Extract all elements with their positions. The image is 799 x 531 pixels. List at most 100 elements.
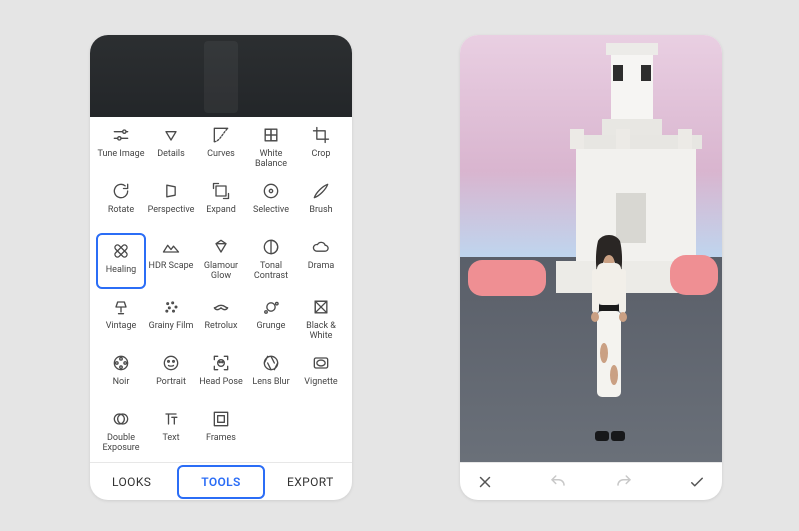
tool-label: Noir	[113, 378, 130, 388]
tool-label: Perspective	[148, 206, 195, 216]
bottom-tab-bar: LOOKS TOOLS EXPORT	[90, 462, 352, 500]
tool-grid: Tune Image Details Curves White Balance …	[90, 117, 352, 459]
tools-panel-phone: Tune Image Details Curves White Balance …	[90, 35, 352, 500]
tool-label: HDR Scape	[149, 262, 194, 272]
apply-button[interactable]	[688, 473, 706, 491]
tool-frames[interactable]: Frames	[196, 403, 246, 459]
brush-icon	[311, 181, 331, 201]
tool-text[interactable]: Text	[146, 403, 196, 459]
tool-label: Tune Image	[98, 150, 145, 160]
mustache-icon	[211, 297, 231, 317]
tool-crop[interactable]: Crop	[296, 119, 346, 175]
tool-label: Brush	[309, 206, 332, 216]
tool-vintage[interactable]: Vintage	[96, 291, 146, 347]
healing-editor-phone	[460, 35, 722, 500]
close-button[interactable]	[476, 473, 494, 491]
grain-icon	[161, 297, 181, 317]
expand-icon	[211, 181, 231, 201]
mountains-icon	[161, 237, 181, 257]
edit-canvas[interactable]	[460, 35, 722, 462]
crop-icon	[311, 125, 331, 145]
perspective-icon	[161, 181, 181, 201]
tool-label: Healing	[106, 266, 137, 276]
tool-label: Lens Blur	[252, 378, 289, 388]
tool-selective[interactable]: Selective	[246, 175, 296, 231]
square-split-icon	[311, 297, 331, 317]
tool-label: Black & White	[297, 322, 345, 342]
tool-noir[interactable]: Noir	[96, 347, 146, 403]
tool-curves[interactable]: Curves	[196, 119, 246, 175]
tab-tools[interactable]: TOOLS	[177, 465, 264, 499]
splat-icon	[261, 297, 281, 317]
diamond-icon	[211, 237, 231, 257]
vignette-icon	[311, 353, 331, 373]
tools-scroll-area[interactable]: Tune Image Details Curves White Balance …	[90, 117, 352, 462]
tool-label: Portrait	[156, 378, 186, 388]
lamp-icon	[111, 297, 131, 317]
tool-retrolux[interactable]: Retrolux	[196, 291, 246, 347]
tool-label: Drama	[308, 262, 334, 272]
tool-label: Vintage	[106, 322, 137, 332]
tool-double-exposure[interactable]: Double Exposure	[96, 403, 146, 459]
tool-label: Rotate	[108, 206, 134, 216]
tool-portrait[interactable]: Portrait	[146, 347, 196, 403]
redo-button[interactable]	[615, 473, 633, 491]
tool-label: Frames	[206, 434, 236, 444]
tool-label: Grainy Film	[149, 322, 194, 332]
tool-label: Retrolux	[205, 322, 238, 332]
tool-grainy-film[interactable]: Grainy Film	[146, 291, 196, 347]
tool-label: Grunge	[257, 322, 286, 332]
undo-button[interactable]	[549, 473, 567, 491]
tool-expand[interactable]: Expand	[196, 175, 246, 231]
photo-preview-strip	[90, 35, 352, 117]
tool-label: Details	[157, 150, 185, 160]
triangle-down-icon	[161, 125, 181, 145]
target-circle-icon	[261, 181, 281, 201]
curves-icon	[211, 125, 231, 145]
tab-export[interactable]: EXPORT	[269, 463, 352, 500]
tool-label: Expand	[206, 206, 236, 216]
person-graphic	[578, 235, 640, 445]
half-circle-icon	[261, 237, 281, 257]
tool-label: Curves	[207, 150, 235, 160]
tool-label: Text	[162, 434, 179, 444]
tool-label: Glamour Glow	[197, 262, 245, 282]
checker-icon	[261, 125, 281, 145]
tool-label: Crop	[311, 150, 330, 160]
tab-looks[interactable]: LOOKS	[90, 463, 173, 500]
tool-label: Vignette	[304, 378, 337, 388]
tool-healing[interactable]: Healing	[96, 233, 146, 289]
tool-glamour-glow[interactable]: Glamour Glow	[196, 231, 246, 287]
tool-vignette[interactable]: Vignette	[296, 347, 346, 403]
tool-grunge[interactable]: Grunge	[246, 291, 296, 347]
iris-icon	[261, 353, 281, 373]
heal-mask-left	[468, 260, 546, 296]
tool-tune-image[interactable]: Tune Image	[96, 119, 146, 175]
cloud-icon	[311, 237, 331, 257]
frame-icon	[211, 409, 231, 429]
tool-lens-blur[interactable]: Lens Blur	[246, 347, 296, 403]
tool-label: White Balance	[247, 150, 295, 170]
tool-drama[interactable]: Drama	[296, 231, 346, 287]
tool-details[interactable]: Details	[146, 119, 196, 175]
head-frame-icon	[211, 353, 231, 373]
tool-black-white[interactable]: Black & White	[296, 291, 346, 347]
tool-tonal-contrast[interactable]: Tonal Contrast	[246, 231, 296, 287]
tool-label: Selective	[253, 206, 289, 216]
tool-label: Head Pose	[199, 378, 243, 388]
tool-white-balance[interactable]: White Balance	[246, 119, 296, 175]
tool-label: Double Exposure	[97, 434, 145, 454]
tool-hdr-scape[interactable]: HDR Scape	[146, 231, 196, 287]
heal-mask-right	[670, 255, 718, 295]
tool-label: Tonal Contrast	[247, 262, 295, 282]
sliders-icon	[111, 125, 131, 145]
bandage-icon	[111, 241, 131, 261]
double-exposure-icon	[111, 409, 131, 429]
healing-action-bar	[460, 462, 722, 500]
rotate-icon	[111, 181, 131, 201]
text-icon	[161, 409, 181, 429]
tool-rotate[interactable]: Rotate	[96, 175, 146, 231]
tool-brush[interactable]: Brush	[296, 175, 346, 231]
tool-head-pose[interactable]: Head Pose	[196, 347, 246, 403]
tool-perspective[interactable]: Perspective	[146, 175, 196, 231]
